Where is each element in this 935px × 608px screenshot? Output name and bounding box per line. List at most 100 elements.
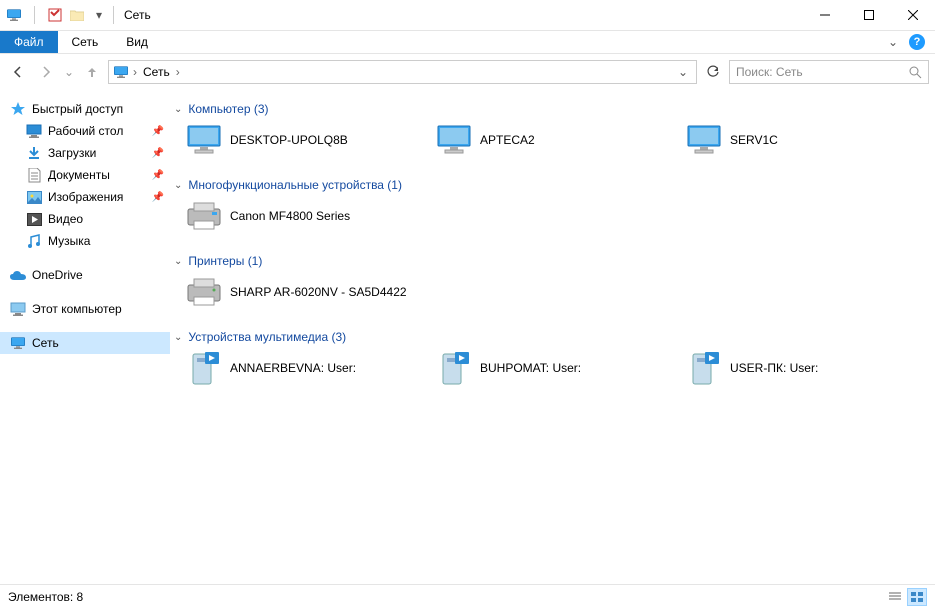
address-dropdown-icon[interactable]: ⌄ — [674, 65, 692, 79]
tab-view[interactable]: Вид — [112, 31, 162, 53]
pin-icon: 📌 — [152, 192, 164, 203]
group-header[interactable]: ⌄ Принтеры (1) — [174, 250, 931, 272]
window-title: Сеть — [124, 8, 151, 22]
group-title: Многофункциональные устройства (1) — [188, 178, 402, 192]
breadcrumb-network[interactable]: Сеть — [141, 65, 172, 79]
sidebar-network[interactable]: Сеть — [0, 332, 170, 354]
item-label: Canon MF4800 Series — [230, 209, 350, 223]
chevron-down-icon: ⌄ — [174, 256, 182, 267]
media-icon — [436, 350, 472, 386]
sidebar-item-label: Видео — [48, 212, 83, 226]
music-icon — [26, 233, 42, 249]
computer-item[interactable]: APTECA2 — [424, 120, 674, 160]
group-header[interactable]: ⌄ Компьютер (3) — [174, 98, 931, 120]
mfp-item[interactable]: Canon MF4800 Series — [174, 196, 424, 236]
group-header[interactable]: ⌄ Устройства мультимедиа (3) — [174, 326, 931, 348]
sidebar-item-label: Быстрый доступ — [32, 102, 123, 116]
status-bar: Элементов: 8 — [0, 584, 935, 608]
qat-newfolder-icon[interactable] — [69, 7, 85, 23]
title-bar: ▾ Сеть — [0, 0, 935, 30]
chevron-down-icon: ⌄ — [174, 332, 182, 343]
printer-icon — [186, 274, 222, 310]
recent-dropdown-icon[interactable]: ⌄ — [62, 60, 76, 84]
sidebar-quick-access[interactable]: Быстрый доступ — [0, 98, 170, 120]
media-item[interactable]: ANNAERBEVNA: User: — [174, 348, 424, 388]
this-pc-icon — [10, 301, 26, 317]
sidebar-item-label: Этот компьютер — [32, 302, 122, 316]
tab-file[interactable]: Файл — [0, 31, 58, 53]
refresh-button[interactable] — [701, 60, 725, 84]
group-header[interactable]: ⌄ Многофункциональные устройства (1) — [174, 174, 931, 196]
address-bar[interactable]: › Сеть › ⌄ — [108, 60, 697, 84]
pictures-icon — [26, 189, 42, 205]
chevron-down-icon: ⌄ — [174, 104, 182, 115]
forward-button[interactable] — [34, 60, 58, 84]
media-item[interactable]: BUHPOMAT: User: — [424, 348, 674, 388]
computer-item[interactable]: SERV1C — [674, 120, 924, 160]
qat-dropdown-icon[interactable]: ▾ — [91, 7, 107, 23]
chevron-right-icon[interactable]: › — [133, 65, 137, 79]
media-item[interactable]: USER-ПК: User: — [674, 348, 924, 388]
pin-icon: 📌 — [152, 126, 164, 137]
quick-access-icon — [10, 101, 26, 117]
sidebar-item-videos[interactable]: Видео — [0, 208, 170, 230]
search-placeholder: Поиск: Сеть — [736, 65, 803, 79]
group-computer: ⌄ Компьютер (3) DESKTOP-UPOLQ8B APTECA2 SERV… — [174, 98, 931, 160]
downloads-icon — [26, 145, 42, 161]
group-title: Устройства мультимедиа (3) — [188, 330, 346, 344]
sidebar-item-documents[interactable]: Документы📌 — [0, 164, 170, 186]
computer-item[interactable]: DESKTOP-UPOLQ8B — [174, 120, 424, 160]
search-icon — [909, 66, 922, 79]
network-icon — [10, 335, 26, 351]
group-mfp: ⌄ Многофункциональные устройства (1) Canon… — [174, 174, 931, 236]
chevron-down-icon: ⌄ — [174, 180, 182, 191]
sidebar-item-pictures[interactable]: Изображения📌 — [0, 186, 170, 208]
sidebar-item-downloads[interactable]: Загрузки📌 — [0, 142, 170, 164]
pin-icon: 📌 — [152, 148, 164, 159]
sidebar-item-desktop[interactable]: Рабочий стол 📌 — [0, 120, 170, 142]
navigation-pane: Быстрый доступ Рабочий стол📌Загрузки📌Док… — [0, 90, 170, 584]
close-button[interactable] — [891, 0, 935, 30]
item-label: APTECA2 — [480, 133, 535, 147]
sidebar-item-label: Музыка — [48, 234, 90, 248]
navigation-bar: ⌄ › Сеть › ⌄ Поиск: Сеть — [0, 54, 935, 90]
content-pane: ⌄ Компьютер (3) DESKTOP-UPOLQ8B APTECA2 SERV… — [170, 90, 935, 584]
tab-network[interactable]: Сеть — [58, 31, 113, 53]
item-label: ANNAERBEVNA: User: — [230, 361, 356, 375]
sidebar-item-label: Документы — [48, 168, 110, 182]
view-details-button[interactable] — [885, 588, 905, 606]
back-button[interactable] — [6, 60, 30, 84]
search-input[interactable]: Поиск: Сеть — [729, 60, 929, 84]
sidebar-item-label: OneDrive — [32, 268, 83, 282]
videos-icon — [26, 211, 42, 227]
minimize-button[interactable] — [803, 0, 847, 30]
documents-icon — [26, 167, 42, 183]
media-icon — [186, 350, 222, 386]
desktop-icon — [26, 123, 42, 139]
sidebar-item-label: Сеть — [32, 336, 59, 350]
maximize-button[interactable] — [847, 0, 891, 30]
qat-properties-icon[interactable] — [47, 7, 63, 23]
view-icons-button[interactable] — [907, 588, 927, 606]
group-title: Принтеры (1) — [188, 254, 262, 268]
status-text: Элементов: 8 — [8, 590, 83, 604]
help-button[interactable]: ? — [905, 34, 929, 50]
group-title: Компьютер (3) — [188, 102, 268, 116]
item-label: USER-ПК: User: — [730, 361, 818, 375]
ribbon-toggle-icon[interactable]: ⌄ — [881, 35, 905, 49]
printer-item[interactable]: SHARP AR-6020NV - SA5D4422 — [174, 272, 424, 312]
network-icon — [113, 65, 129, 79]
sidebar-item-music[interactable]: Музыка — [0, 230, 170, 252]
up-button[interactable] — [80, 60, 104, 84]
item-label: SHARP AR-6020NV - SA5D4422 — [230, 285, 407, 299]
chevron-right-icon[interactable]: › — [176, 65, 180, 79]
ribbon: Файл Сеть Вид ⌄ ? — [0, 30, 935, 54]
sidebar-onedrive[interactable]: OneDrive — [0, 264, 170, 286]
group-media: ⌄ Устройства мультимедиа (3) ANNAERBEVNA: … — [174, 326, 931, 388]
sidebar-item-label: Рабочий стол — [48, 124, 123, 138]
computer-icon — [436, 122, 472, 158]
group-printer: ⌄ Принтеры (1) SHARP AR-6020NV - SA5D4422 — [174, 250, 931, 312]
mfp-icon — [186, 198, 222, 234]
sidebar-this-pc[interactable]: Этот компьютер — [0, 298, 170, 320]
onedrive-icon — [10, 267, 26, 283]
